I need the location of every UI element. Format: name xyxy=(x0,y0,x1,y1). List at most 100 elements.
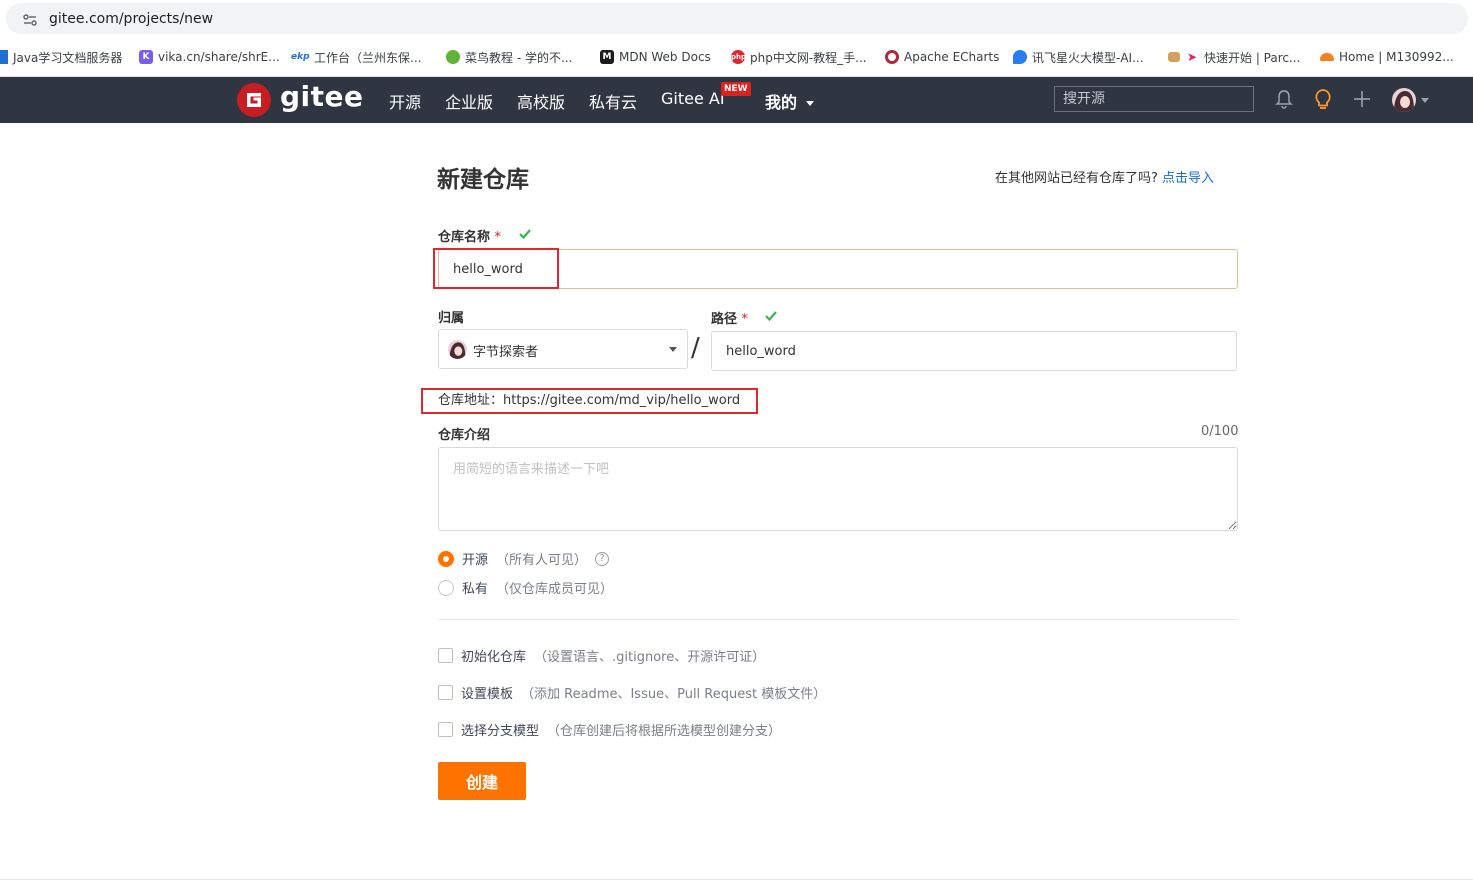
bookmark-item[interactable]: M MDN Web Docs xyxy=(600,49,711,65)
bookmark-item[interactable]: ekp 工作台（兰州东保... xyxy=(291,49,421,65)
bookmark-label: 工作台（兰州东保... xyxy=(314,50,422,65)
repo-name-label-text: 仓库名称 xyxy=(438,230,491,245)
bookmark-item[interactable]: 菜鸟教程 - 学的不... xyxy=(446,49,572,65)
checkbox[interactable] xyxy=(438,722,453,737)
bookmark-label: vika.cn/share/shrE... xyxy=(158,50,280,64)
php-icon: php xyxy=(731,50,746,64)
bookmark-icon xyxy=(0,50,8,64)
site-info-icon[interactable] xyxy=(23,14,37,26)
visibility-label: 开源 xyxy=(462,553,489,568)
owner-select[interactable]: 字节探索者 xyxy=(438,329,688,369)
checkbox[interactable] xyxy=(438,648,453,663)
caret-down-icon xyxy=(669,347,677,352)
nav-mine[interactable]: 我的 xyxy=(765,89,814,113)
path-input[interactable] xyxy=(711,331,1237,371)
bookmark-label: Home | M130992... xyxy=(1339,50,1454,64)
valid-check-icon xyxy=(765,311,777,322)
browser-url-bar: gitee.com/projects/new xyxy=(0,0,1473,38)
bell-icon[interactable] xyxy=(1273,88,1295,110)
bookmark-item[interactable]: Java学习文档服务器 xyxy=(0,49,122,65)
path-separator: / xyxy=(691,333,700,363)
option-label: 选择分支模型 xyxy=(461,724,540,739)
search-box xyxy=(1054,86,1254,112)
visibility-hint: （所有人可见） xyxy=(496,553,588,568)
nav-open-source[interactable]: 开源 xyxy=(389,89,421,113)
description-textarea[interactable] xyxy=(438,447,1238,531)
url-text[interactable]: gitee.com/projects/new xyxy=(49,11,213,27)
lightbulb-icon[interactable] xyxy=(1312,88,1334,110)
page-title: 新建仓库 xyxy=(437,167,529,193)
option-template[interactable]: 设置模板 （添加 Readme、Issue、Pull Request 模板文件） xyxy=(438,683,826,702)
bookmark-item[interactable]: php php中文网-教程_手... xyxy=(731,49,867,65)
parcel-icon xyxy=(1168,52,1180,62)
annotation-box xyxy=(421,388,758,414)
option-label: 初始化仓库 xyxy=(461,650,527,665)
visibility-label: 私有 xyxy=(462,582,489,597)
gitee-logo-text[interactable]: gitee xyxy=(280,80,364,113)
checkbox[interactable] xyxy=(438,685,453,700)
visibility-private-option[interactable]: 私有 （仅仓库成员可见） xyxy=(438,578,613,597)
bookmark-label: 菜鸟教程 - 学的不... xyxy=(465,50,573,65)
cloudflare-icon xyxy=(1320,53,1334,61)
option-hint: （仓库创建后将根据所选模型创建分支） xyxy=(547,724,782,739)
desc-counter: 0/100 xyxy=(1201,424,1239,439)
import-link[interactable]: 点击导入 xyxy=(1162,171,1214,186)
import-hint-text: 在其他网站已经有仓库了吗? xyxy=(995,171,1158,186)
address-field[interactable]: gitee.com/projects/new xyxy=(6,3,1468,34)
vika-icon: K xyxy=(139,50,153,64)
option-label: 设置模板 xyxy=(461,687,514,702)
page-bottom-border xyxy=(0,879,1473,880)
mdn-icon: M xyxy=(600,50,614,64)
bookmark-item[interactable]: Apache ECharts xyxy=(885,49,999,65)
desc-label: 仓库介绍 xyxy=(438,428,491,443)
bookmarks-bar: Java学习文档服务器 K vika.cn/share/shrE... ekp … xyxy=(0,38,1473,77)
visibility-public-option[interactable]: 开源 （所有人可见） ? xyxy=(438,549,610,568)
nav-mine-label: 我的 xyxy=(765,93,798,112)
path-label-text: 路径 xyxy=(711,312,738,327)
rocket-icon: ➤ xyxy=(1186,50,1198,64)
bookmark-label: Apache ECharts xyxy=(904,50,1000,64)
path-label: 路径 * xyxy=(711,308,748,327)
required-mark: * xyxy=(741,312,749,327)
new-badge: NEW xyxy=(721,82,751,96)
bookmark-label: Java学习文档服务器 xyxy=(13,50,123,65)
xunfei-icon xyxy=(1013,50,1027,64)
bookmark-label: MDN Web Docs xyxy=(619,50,711,64)
bookmark-item[interactable]: 讯飞星火大模型-AI... xyxy=(1013,49,1144,65)
ekp-icon: ekp xyxy=(291,52,310,62)
gitee-g-icon xyxy=(247,93,261,107)
create-button[interactable]: 创建 xyxy=(438,762,526,800)
help-icon[interactable]: ? xyxy=(595,551,610,566)
bookmark-label: 讯飞星火大模型-AI... xyxy=(1032,50,1144,65)
runoob-icon xyxy=(446,50,460,64)
nav-gitee-ai[interactable]: Gitee AI xyxy=(661,89,725,108)
avatar-caret-icon[interactable] xyxy=(1421,98,1429,103)
owner-label: 归属 xyxy=(438,311,465,326)
radio-unselected[interactable] xyxy=(438,579,454,596)
annotation-box xyxy=(433,248,559,289)
avatar-image xyxy=(448,340,467,359)
bookmark-item[interactable]: K vika.cn/share/shrE... xyxy=(139,49,280,65)
option-branch-model[interactable]: 选择分支模型 （仓库创建后将根据所选模型创建分支） xyxy=(438,720,781,739)
bookmark-label: 快速开始 | Parc... xyxy=(1204,50,1301,65)
divider xyxy=(438,619,1238,620)
caret-down-icon xyxy=(805,101,814,106)
gitee-logo-icon[interactable] xyxy=(237,83,271,117)
bookmark-item[interactable]: Home | M130992... xyxy=(1320,49,1454,65)
radio-selected[interactable] xyxy=(438,550,454,567)
user-avatar[interactable] xyxy=(1392,88,1416,112)
bookmark-item[interactable]: ➤ 快速开始 | Parc... xyxy=(1168,49,1300,65)
echarts-icon xyxy=(885,50,899,64)
option-hint: （添加 Readme、Issue、Pull Request 模板文件） xyxy=(521,687,827,702)
nav-private-cloud[interactable]: 私有云 xyxy=(589,89,637,113)
nav-education[interactable]: 高校版 xyxy=(517,89,565,113)
search-input[interactable] xyxy=(1055,87,1253,111)
bookmark-label: php中文网-教程_手... xyxy=(750,50,867,65)
nav-enterprise[interactable]: 企业版 xyxy=(445,89,493,113)
option-init-repo[interactable]: 初始化仓库 （设置语言、.gitignore、开源许可证） xyxy=(438,646,765,665)
required-mark: * xyxy=(494,230,502,245)
import-hint: 在其他网站已经有仓库了吗? 点击导入 xyxy=(995,167,1214,186)
plus-icon[interactable] xyxy=(1351,88,1373,110)
owner-name: 字节探索者 xyxy=(473,345,539,360)
repo-name-label: 仓库名称 * xyxy=(438,226,501,245)
